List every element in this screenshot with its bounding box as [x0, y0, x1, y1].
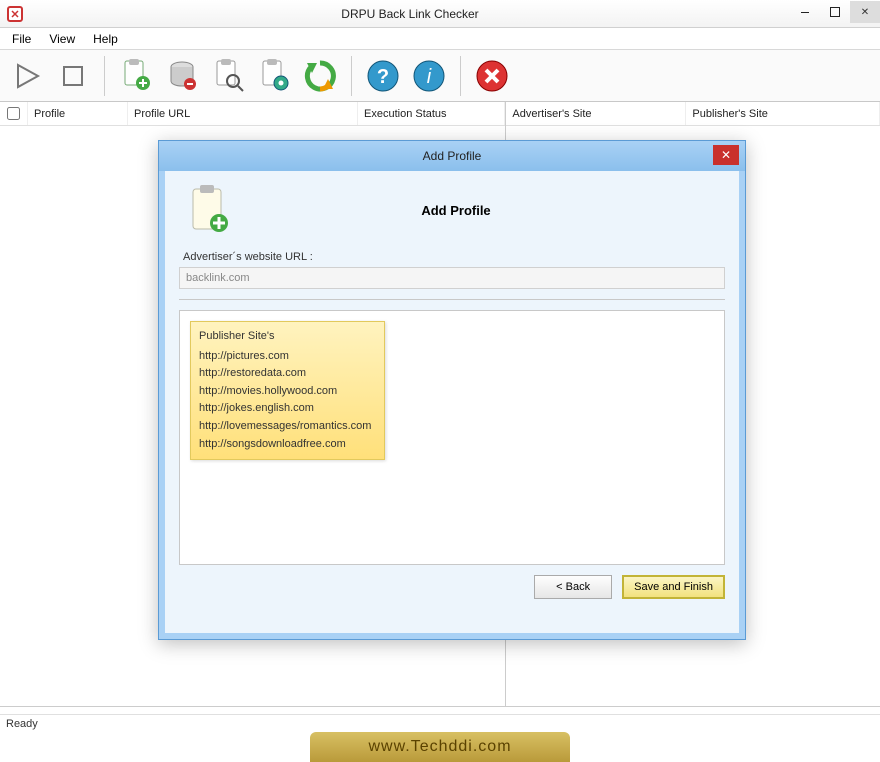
back-button[interactable]: < Back: [534, 575, 612, 599]
dialog-close-button[interactable]: ✕: [713, 145, 739, 165]
note-item: http://pictures.com: [199, 348, 376, 366]
footer-text: www.Techddi.com: [368, 738, 511, 756]
note-item: http://jokes.english.com: [199, 400, 376, 418]
play-button[interactable]: [8, 57, 46, 95]
menu-view[interactable]: View: [41, 30, 83, 48]
publisher-sites-note: Publisher Site's http://pictures.com htt…: [190, 321, 385, 460]
add-profile-dialog: Add Profile ✕ Add Profile Advertiser´s w…: [158, 140, 746, 640]
status-text: Ready: [6, 718, 38, 730]
note-item: http://lovemessages/romantics.com: [199, 418, 376, 436]
advertiser-url-label: Advertiser´s website URL :: [183, 251, 725, 263]
toolbar-sep-2: [351, 56, 352, 96]
left-column-headers: Profile Profile URL Execution Status: [0, 102, 505, 126]
note-item: http://songsdownloadfree.com: [199, 436, 376, 454]
dialog-titlebar[interactable]: Add Profile ✕: [159, 141, 745, 171]
exit-button[interactable]: [473, 57, 511, 95]
stop-button[interactable]: [54, 57, 92, 95]
search-profile-button[interactable]: [209, 57, 247, 95]
select-all-checkbox[interactable]: [7, 107, 20, 120]
settings-profile-button[interactable]: [255, 57, 293, 95]
menu-help[interactable]: Help: [85, 30, 126, 48]
help-button[interactable]: ?: [364, 57, 402, 95]
advertiser-url-input[interactable]: [179, 267, 725, 289]
footer-banner: www.Techddi.com: [310, 732, 570, 762]
col-execution-status[interactable]: Execution Status: [358, 102, 505, 125]
toolbar-sep: [104, 56, 105, 96]
dialog-body: Add Profile Advertiser´s website URL : P…: [159, 171, 745, 639]
main-window-titlebar: DRPU Back Link Checker: [0, 0, 880, 28]
toolbar-sep-3: [460, 56, 461, 96]
col-profile[interactable]: Profile: [28, 102, 128, 125]
menu-file[interactable]: File: [4, 30, 39, 48]
menubar: File View Help: [0, 28, 880, 50]
statusbar: Ready: [0, 714, 880, 732]
add-profile-button[interactable]: [117, 57, 155, 95]
col-advertiser-site[interactable]: Advertiser's Site: [506, 102, 686, 125]
toolbar: ? i: [0, 50, 880, 102]
maximize-button[interactable]: [820, 1, 850, 23]
window-title: DRPU Back Link Checker: [30, 7, 790, 21]
right-column-headers: Advertiser's Site Publisher's Site: [506, 102, 880, 126]
svg-text:i: i: [427, 66, 432, 88]
svg-text:?: ?: [377, 66, 389, 88]
col-checkbox[interactable]: [0, 102, 28, 125]
refresh-button[interactable]: [301, 57, 339, 95]
save-and-finish-button[interactable]: Save and Finish: [622, 575, 725, 599]
info-button[interactable]: i: [410, 57, 448, 95]
note-item: http://movies.hollywood.com: [199, 383, 376, 401]
dialog-divider: [179, 299, 725, 300]
note-item: http://restoredata.com: [199, 365, 376, 383]
dialog-title: Add Profile: [423, 149, 482, 163]
col-publisher-site[interactable]: Publisher's Site: [686, 102, 880, 125]
close-window-button[interactable]: [850, 1, 880, 23]
minimize-button[interactable]: [790, 1, 820, 23]
app-icon: [6, 5, 24, 23]
database-button[interactable]: [163, 57, 201, 95]
dialog-heading: Add Profile: [195, 203, 717, 218]
publisher-sites-box[interactable]: Publisher Site's http://pictures.com htt…: [179, 310, 725, 565]
note-title: Publisher Site's: [199, 328, 376, 346]
col-profile-url[interactable]: Profile URL: [128, 102, 358, 125]
